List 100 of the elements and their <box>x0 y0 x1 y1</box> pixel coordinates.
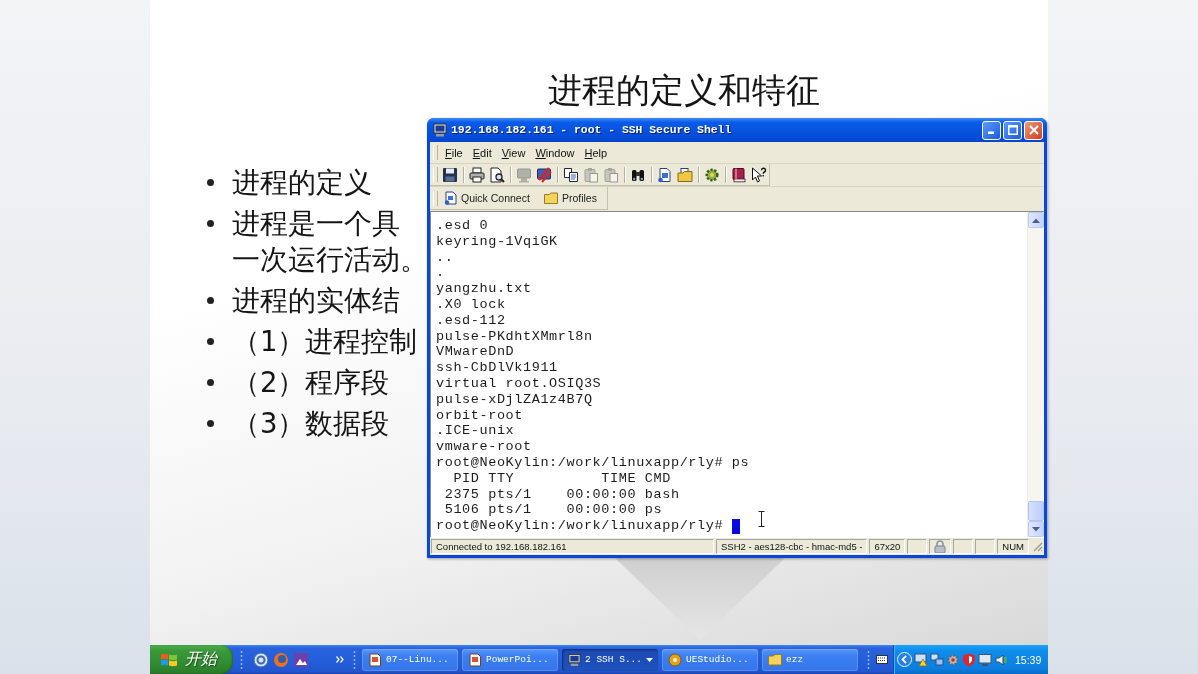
status-panel: 67x20 <box>869 539 906 554</box>
maximize-icon <box>1007 125 1018 135</box>
status-panel <box>953 539 974 554</box>
document-icon <box>368 652 382 667</box>
terminal-line: .ICE-unix <box>436 423 515 440</box>
lock-icon <box>933 540 948 553</box>
taskbar-button[interactable]: 2 SSH S... <box>562 648 658 671</box>
bullet-icon <box>207 419 214 427</box>
status-panel <box>975 539 996 554</box>
terminal-line: 5106 pts/1 00:00:00 ps <box>443 502 663 519</box>
terminal-line: ssh-CbDlVk1911 <box>436 360 558 376</box>
terminal-line: .. <box>436 249 454 266</box>
i-beam-pointer-icon <box>758 511 765 527</box>
disc-icon[interactable] <box>253 651 269 668</box>
clipboard-icon <box>583 166 599 183</box>
terminal-screen[interactable] <box>430 211 1044 537</box>
disc-icon <box>668 652 682 667</box>
taskbar-clock[interactable]: 15:39 <box>1015 653 1042 666</box>
book-icon <box>731 166 747 183</box>
document-icon <box>657 166 673 183</box>
minimize-button[interactable] <box>982 120 1001 140</box>
double-chevron-icon[interactable] <box>336 656 344 663</box>
start-button[interactable]: 开始 <box>150 645 233 674</box>
terminal-line: PID TTY TIME CMD <box>452 470 671 487</box>
terminal-line: . <box>436 265 445 282</box>
menu-item[interactable]: Help <box>579 146 613 159</box>
terminal-line: vmware-root <box>436 439 532 455</box>
bullet-icon <box>207 378 214 386</box>
terminal-line: orbit-root <box>436 407 523 424</box>
toolbar-button[interactable] <box>487 164 507 185</box>
terminal-line: root@NeoKylin:/work/linuxapp/rly# <box>436 518 724 534</box>
bullet-text: （3）数据段 <box>232 406 390 441</box>
terminal-line: virtual root.OSIQ3S <box>436 375 602 392</box>
terminal-line: .esd 0 <box>436 218 489 234</box>
terminal-line: VMwareDnD <box>436 344 515 361</box>
quick-connect-button[interactable]: Quick Connect <box>440 191 534 205</box>
pointer-question-icon <box>751 166 767 183</box>
page-magnifier-icon <box>489 166 505 183</box>
bullet-text: 一次运行活动。 <box>232 242 428 277</box>
terminal-icon <box>433 123 447 137</box>
scroll-down-button[interactable] <box>1028 521 1044 537</box>
document-icon <box>468 652 482 667</box>
scrollbar[interactable] <box>1027 212 1044 537</box>
resize-grip-icon[interactable] <box>1032 541 1043 552</box>
terminal-line: yangzhu.txt <box>436 281 532 297</box>
terminal-line: .X0 lock <box>436 297 506 313</box>
terminal-line: pulse-PKdhtXMmrl8n <box>436 328 593 345</box>
gear-icon[interactable] <box>946 652 960 667</box>
menu-item[interactable]: Window <box>530 146 580 159</box>
status-panel: SSH2 - aes128-cbc - hmac-md5 - <box>715 539 868 554</box>
terminal-line: 2375 pts/1 00:00:00 bash <box>443 486 680 503</box>
menu-item[interactable]: View <box>496 146 531 159</box>
gear-icon <box>704 166 720 183</box>
monitor-slash-icon <box>536 166 552 183</box>
close-icon <box>1028 125 1039 135</box>
scroll-thumb[interactable] <box>1028 501 1044 521</box>
folder-icon <box>543 192 558 204</box>
toolbar-button[interactable] <box>467 164 487 185</box>
bullet-icon <box>207 296 214 304</box>
taskbar-button[interactable]: PowerPoi... <box>462 648 558 671</box>
printer-icon <box>469 166 485 183</box>
bullet-icon <box>207 337 214 345</box>
bullet-text: 进程是一个具 <box>232 206 400 241</box>
toolbar-button[interactable] <box>749 164 769 185</box>
status-panel: NUM <box>997 539 1029 554</box>
bullet-icon <box>207 219 214 227</box>
document-icon <box>444 191 457 205</box>
terminal-line: root@NeoKylin:/work/linuxapp/rly# ps <box>436 454 750 471</box>
profiles-button[interactable]: Profiles <box>539 192 601 204</box>
monitor-warning-icon[interactable] <box>914 652 928 667</box>
folder-icon <box>768 652 782 667</box>
speaker-icon[interactable] <box>994 652 1008 667</box>
flag-icon <box>160 651 178 668</box>
menu-item[interactable]: File <box>440 146 468 159</box>
scroll-up-button[interactable] <box>1028 212 1044 228</box>
terminal-icon <box>516 166 532 183</box>
slide-title: 进程的定义和特征 <box>548 70 820 110</box>
maximize-button[interactable] <box>1003 120 1022 140</box>
status-panel <box>907 539 928 554</box>
taskbar-button[interactable]: UEStudio... <box>662 648 758 671</box>
keyboard-icon[interactable] <box>876 655 888 664</box>
terminal-line: keyring-1VqiGK <box>436 233 558 250</box>
terminal-line: .esd-112 <box>436 312 506 329</box>
taskbar-button[interactable]: 07--Linu... <box>362 648 458 671</box>
menu-item[interactable]: Edit <box>467 146 497 159</box>
terminal-line: pulse-xDjlZA1z4B7Q <box>436 391 593 408</box>
close-button[interactable] <box>1024 120 1043 140</box>
status-panel: Connected to 192.168.182.161 <box>431 539 714 554</box>
bullet-text: 进程的实体结 <box>232 283 400 318</box>
picture-icon[interactable] <box>293 651 309 668</box>
shield-icon[interactable] <box>962 652 976 667</box>
terminal-icon <box>568 652 581 667</box>
clipboard-icon <box>603 166 619 183</box>
bullet-text: （1）进程控制 <box>232 324 418 359</box>
taskbar-button[interactable]: ezz <box>762 648 858 671</box>
bullet-icon <box>207 178 214 186</box>
chevron-circle-icon[interactable] <box>897 652 912 667</box>
network-icon[interactable] <box>930 652 944 667</box>
monitor-icon[interactable] <box>978 652 992 667</box>
bullet-text: 进程的定义 <box>232 165 372 200</box>
